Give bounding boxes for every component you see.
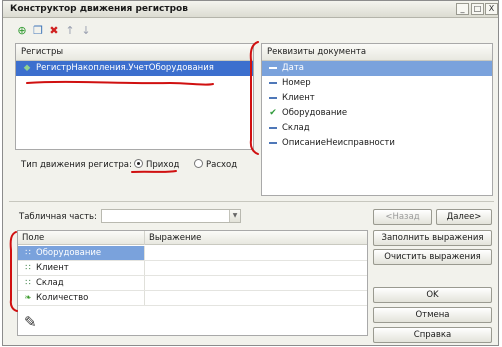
field-name: Склад	[36, 278, 64, 288]
field-icon	[267, 91, 279, 106]
requisite-label: Склад	[282, 123, 310, 133]
radio-expense-label: Расход	[206, 160, 238, 170]
requisites-panel: Реквизиты документа Дата Номер Клиент ✔ …	[261, 43, 493, 196]
separator	[9, 201, 494, 202]
grid-header: Поле Выражение	[18, 231, 367, 245]
table-row[interactable]: ∷ Склад	[18, 276, 367, 291]
window-title: Конструктор движения регистров	[10, 4, 188, 14]
requisite-label: ОписаниеНеисправности	[282, 138, 395, 148]
add-icon[interactable]: ⊕	[15, 24, 29, 38]
dimension-icon: ∷	[25, 263, 31, 273]
field-cell[interactable]: ∷ Склад	[18, 276, 145, 290]
register-movements-dialog: Конструктор движения регистров _ □ X ⊕ ❐…	[2, 0, 499, 346]
back-button[interactable]: <Назад	[373, 209, 432, 225]
requisite-item[interactable]: Клиент	[262, 91, 492, 106]
registers-header: Регистры	[16, 44, 253, 61]
field-icon	[267, 61, 279, 76]
help-button[interactable]: Справка	[373, 327, 492, 343]
field-cell[interactable]: ❧ Количество	[18, 291, 145, 305]
close-button[interactable]: X	[485, 3, 498, 15]
minimize-button[interactable]: _	[456, 3, 469, 15]
requisites-header: Реквизиты документа	[262, 44, 492, 61]
requisite-label: Номер	[282, 78, 311, 88]
ok-button[interactable]: OK	[373, 287, 492, 303]
fill-expressions-button[interactable]: Заполнить выражения	[373, 230, 492, 246]
register-item-label: РегистрНакопления.УчетОборудования	[36, 63, 214, 73]
requisite-item[interactable]: ✔ Оборудование	[262, 106, 492, 121]
radio-expense[interactable]: Расход	[194, 159, 237, 170]
delete-icon[interactable]: ✖	[47, 24, 61, 38]
tabular-part-label: Табличная часть:	[19, 212, 97, 222]
move-up-icon[interactable]: ↑	[63, 24, 77, 38]
dimension-icon: ∷	[25, 248, 31, 258]
table-row[interactable]: ∷ Клиент	[18, 261, 367, 276]
cancel-button[interactable]: Отмена	[373, 307, 492, 323]
requisite-label: Оборудование	[282, 108, 348, 118]
maximize-button[interactable]: □	[471, 3, 484, 15]
pencil-icon: ✎	[24, 313, 37, 331]
requisite-label: Дата	[282, 63, 305, 73]
clear-expressions-button[interactable]: Очистить выражения	[373, 249, 492, 265]
field-cell[interactable]: ∷ Оборудование	[18, 246, 145, 260]
requisite-label: Клиент	[282, 93, 315, 103]
field-icon	[267, 121, 279, 136]
radio-receipt-label: Приход	[146, 160, 180, 170]
field-icon	[267, 76, 279, 91]
radio-receipt[interactable]: Приход	[134, 159, 179, 170]
resource-icon: ❧	[24, 293, 32, 303]
field-name: Оборудование	[36, 248, 102, 258]
registers-panel: Регистры ◆ РегистрНакопления.УчетОборудо…	[15, 43, 254, 150]
radio-expense-indicator	[194, 159, 203, 168]
field-name: Количество	[36, 293, 89, 303]
requisite-item[interactable]: Номер	[262, 76, 492, 91]
requisite-item[interactable]: ОписаниеНеисправности	[262, 136, 492, 151]
next-button[interactable]: Далее>	[436, 209, 492, 225]
chevron-down-icon[interactable]: ▼	[229, 210, 240, 222]
requisite-item[interactable]: Склад	[262, 121, 492, 136]
title-bar[interactable]: Конструктор движения регистров _ □ X	[3, 1, 498, 18]
column-field[interactable]: Поле	[18, 231, 145, 245]
fields-grid: Поле Выражение ∷ Оборудование ∷ Клиент ∷…	[17, 230, 368, 336]
radio-receipt-indicator	[134, 159, 143, 168]
copy-icon[interactable]: ❐	[31, 24, 45, 38]
tabular-part-select[interactable]: ▼	[101, 209, 241, 223]
table-row[interactable]: ❧ Количество	[18, 291, 367, 306]
field-cell[interactable]: ∷ Клиент	[18, 261, 145, 275]
register-icon: ◆	[23, 63, 31, 73]
field-name: Клиент	[36, 263, 69, 273]
table-row[interactable]: ∷ Оборудование	[18, 246, 367, 261]
field-check-icon: ✔	[269, 108, 277, 118]
dimension-icon: ∷	[25, 278, 31, 288]
requisite-item[interactable]: Дата	[262, 61, 492, 76]
movement-type-label: Тип движения регистра:	[21, 160, 132, 170]
field-icon	[267, 136, 279, 151]
move-down-icon[interactable]: ↓	[79, 24, 93, 38]
column-expression[interactable]: Выражение	[145, 231, 367, 245]
register-item[interactable]: ◆ РегистрНакопления.УчетОборудования	[16, 61, 253, 76]
